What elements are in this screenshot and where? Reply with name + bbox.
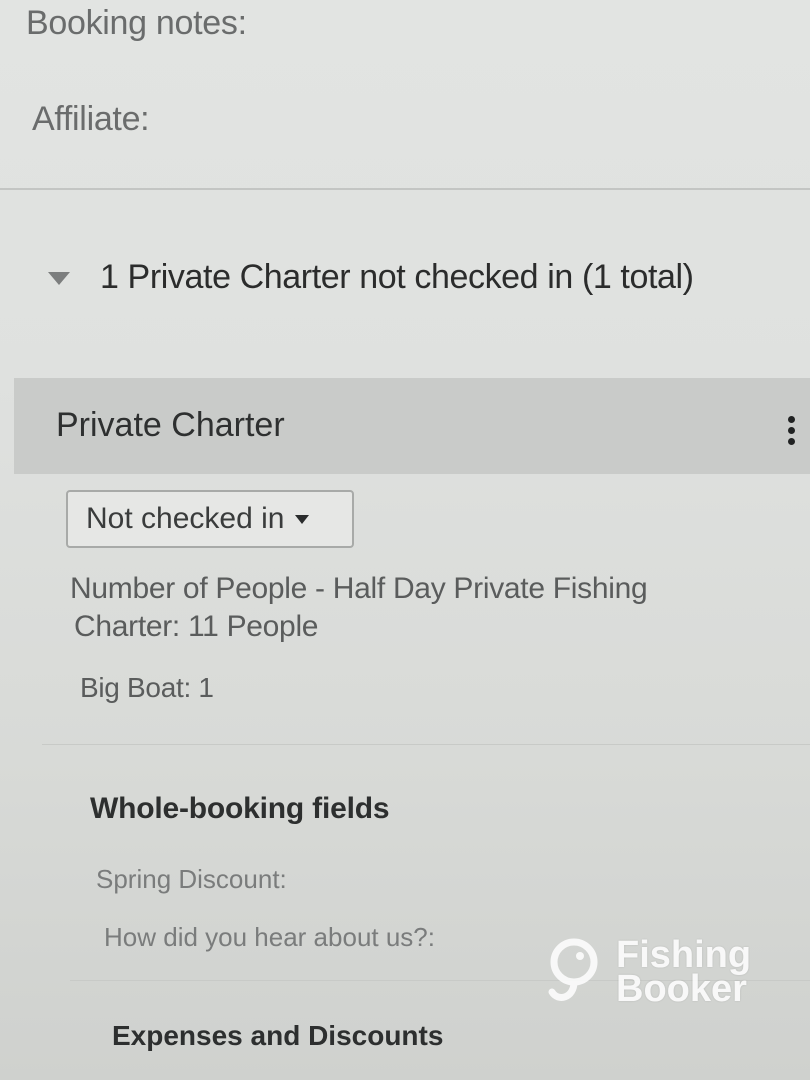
hear-about-us-label: How did you hear about us?: bbox=[104, 922, 435, 952]
big-boat-count: Big Boat: 1 bbox=[80, 672, 214, 703]
booking-notes-label: Booking notes: bbox=[26, 4, 247, 42]
triangle-down-icon[interactable] bbox=[46, 269, 72, 287]
caret-down-icon bbox=[294, 513, 310, 525]
charter-title: Private Charter bbox=[56, 406, 285, 444]
people-count-line-2: Charter: 11 People bbox=[74, 610, 319, 643]
section-divider bbox=[42, 744, 810, 745]
status-dropdown-value: Not checked in bbox=[86, 502, 285, 535]
check-in-status-dropdown[interactable]: Not checked in bbox=[66, 490, 354, 548]
spring-discount-label: Spring Discount: bbox=[96, 864, 287, 894]
people-count-line-1: Number of People - Half Day Private Fish… bbox=[70, 572, 648, 605]
charter-section-toggle[interactable]: 1 Private Charter not checked in (1 tota… bbox=[46, 258, 694, 297]
watermark-word-1: Fishing bbox=[616, 934, 752, 976]
whole-booking-fields-heading: Whole-booking fields bbox=[90, 792, 390, 825]
section-divider bbox=[0, 188, 810, 190]
expenses-and-discounts-heading: Expenses and Discounts bbox=[112, 1020, 444, 1051]
affiliate-label: Affiliate: bbox=[32, 100, 150, 138]
fish-hook-logo-icon bbox=[544, 936, 608, 1008]
kebab-menu-icon[interactable] bbox=[786, 416, 796, 450]
section-title: 1 Private Charter not checked in (1 tota… bbox=[100, 258, 694, 296]
watermark-word-2: Booker bbox=[616, 968, 747, 1010]
fishingbooker-watermark: Fishing Booker bbox=[544, 936, 751, 1008]
